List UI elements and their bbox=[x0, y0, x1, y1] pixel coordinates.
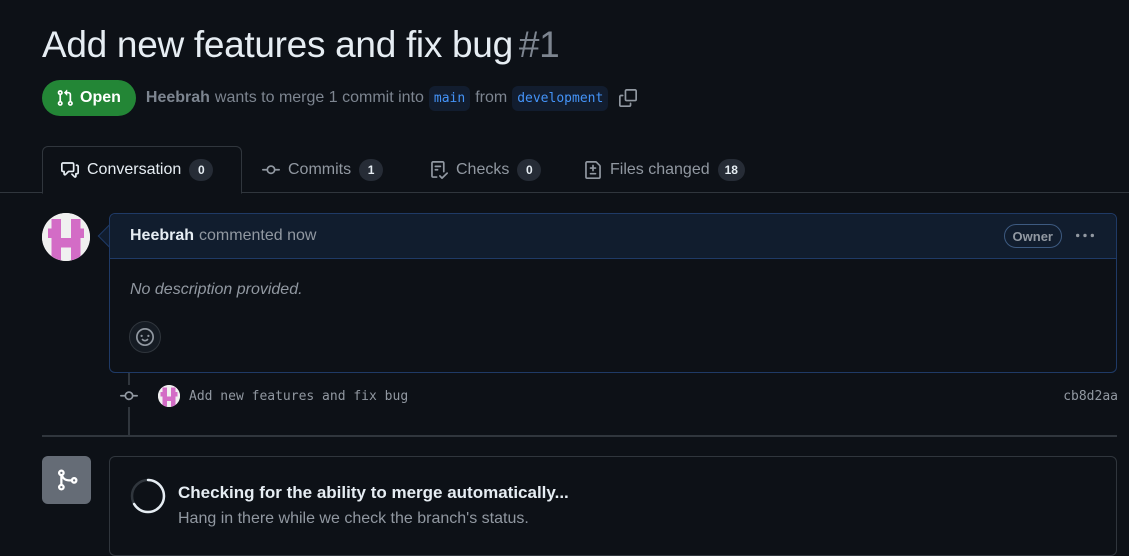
identicon-icon bbox=[42, 213, 90, 261]
comment-body: No description provided. bbox=[130, 281, 303, 298]
author-avatar[interactable] bbox=[42, 213, 90, 261]
git-pull-request-icon bbox=[57, 89, 73, 106]
tab-counter: 0 bbox=[189, 159, 214, 181]
head-branch[interactable]: development bbox=[512, 85, 609, 111]
comment-header: Heebrah commented now Owner bbox=[110, 214, 1116, 259]
copy-icon bbox=[619, 89, 638, 107]
tab-counter: 1 bbox=[359, 158, 384, 181]
tab-label: Conversation bbox=[87, 161, 182, 178]
comment-author[interactable]: Heebrah bbox=[130, 227, 194, 245]
tab-label: Commits bbox=[288, 160, 352, 178]
tab-counter: 0 bbox=[517, 158, 542, 181]
pr-tabs: Conversation 0 Commits 1 Checks 0 Files … bbox=[0, 146, 1129, 194]
base-branch[interactable]: main bbox=[428, 85, 471, 111]
git-commit-icon bbox=[118, 385, 140, 407]
tab-checks[interactable]: Checks 0 bbox=[412, 146, 559, 193]
merge-status-subtitle: Hang in there while we check the branch'… bbox=[178, 510, 529, 527]
tab-label: Files changed bbox=[610, 160, 710, 178]
commit-author-avatar[interactable] bbox=[158, 385, 180, 407]
owner-badge: Owner bbox=[1003, 224, 1062, 248]
comment-action: commented now bbox=[199, 227, 317, 244]
kebab-horizontal-icon bbox=[1076, 233, 1094, 238]
tab-files-changed[interactable]: Files changed 18 bbox=[566, 146, 763, 193]
copy-branch-button[interactable] bbox=[617, 87, 639, 109]
state-badge: Open bbox=[42, 80, 136, 116]
pr-title: Add new features and fix bug #1 bbox=[42, 24, 560, 66]
smiley-icon bbox=[136, 328, 154, 346]
tab-counter: 18 bbox=[717, 158, 745, 181]
file-diff-icon bbox=[585, 160, 601, 179]
merge-status-icon-box bbox=[42, 456, 91, 504]
tab-commits[interactable]: Commits 1 bbox=[244, 146, 401, 193]
tab-conversation[interactable]: Conversation 0 bbox=[42, 146, 242, 194]
pr-meta: Open Heebrah wants to merge 1 commit int… bbox=[42, 80, 639, 116]
commit-message-link[interactable]: Add new features and fix bug bbox=[189, 389, 408, 404]
comment-options-button[interactable] bbox=[1074, 225, 1096, 247]
merge-text: wants to merge 1 commit into bbox=[214, 89, 424, 106]
git-commit-icon bbox=[262, 164, 280, 174]
timeline-divider bbox=[42, 435, 1117, 437]
author-link[interactable]: Heebrah bbox=[146, 89, 210, 107]
add-reaction-button[interactable] bbox=[129, 321, 161, 353]
commit-sha-link[interactable]: cb8d2aa bbox=[1063, 389, 1118, 404]
pr-title-text: Add new features and fix bug bbox=[42, 24, 513, 65]
state-label: Open bbox=[80, 89, 121, 106]
spinner-icon bbox=[130, 478, 166, 514]
tab-label: Checks bbox=[456, 160, 510, 178]
pr-number: #1 bbox=[518, 24, 560, 65]
commit-item: Add new features and fix bug cb8d2aa bbox=[118, 383, 1118, 409]
git-merge-icon bbox=[57, 469, 78, 491]
merge-status-title: Checking for the ability to merge automa… bbox=[178, 483, 569, 502]
comment-box: Heebrah commented now Owner No descripti… bbox=[109, 213, 1117, 373]
comment-discussion-icon bbox=[61, 162, 79, 178]
from-text: from bbox=[475, 89, 508, 106]
identicon-icon bbox=[158, 385, 180, 407]
merge-status-box: Checking for the ability to merge automa… bbox=[109, 456, 1117, 556]
merge-description: Heebrah wants to merge 1 commit into mai… bbox=[146, 85, 639, 111]
checklist-icon bbox=[431, 160, 448, 179]
